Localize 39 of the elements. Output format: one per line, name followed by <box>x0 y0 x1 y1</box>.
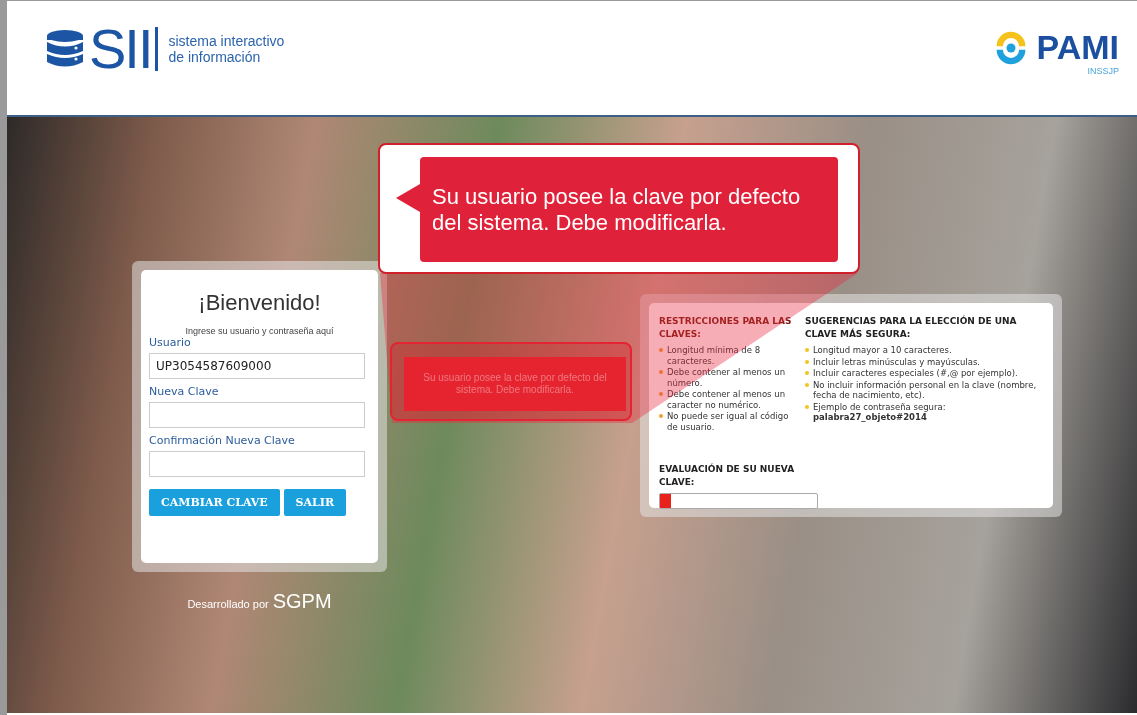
credit-text: Desarrollado por <box>187 598 269 610</box>
bullet-icon <box>659 392 663 396</box>
bullet-icon <box>805 371 809 375</box>
message-text: Su usuario posee la clave por defecto del sistema. Debe modificarla. <box>432 183 802 236</box>
tip-text: Debe contener al menos un caracter no numérico. <box>667 389 786 410</box>
message-text: Su usuario posee la clave por defecto del sistema. Debe modificarla. <box>422 372 608 396</box>
tip-text: Ejemplo de contraseña segura: palabra27_objeto#2014 <box>813 401 947 423</box>
tip-text: Incluir caracteres especiales (#,@ por ejemplo). <box>813 368 1018 379</box>
tip-text: No puede ser igual al código de usuario. <box>667 411 790 432</box>
action-button[interactable]: SALIR <box>283 489 347 516</box>
action-button[interactable]: CAMBIAR CLAVE <box>149 489 280 516</box>
tip-text: Longitud mínima de 8 caracteres. <box>667 345 762 366</box>
tip-text: Longitud mayor a 10 caracteres. <box>813 345 952 356</box>
bullet-icon <box>805 382 809 387</box>
field-label: Usuario <box>149 336 191 350</box>
login-instructions: Ingrese su usuario y contraseña aquí <box>185 326 334 336</box>
field-label: Confirmación Nueva Clave <box>149 434 295 448</box>
section-title: SUGERENCIAS PARA LA ELECCIÓN DE UNA CLAVE MÁS SEGURA: <box>805 315 1018 341</box>
input-field[interactable] <box>149 451 365 477</box>
logo-tagline: sistema interactivo <box>168 33 285 49</box>
logo-tagline: de información <box>168 49 262 65</box>
bullet-icon <box>805 359 809 364</box>
input-field[interactable]: UP3054587609000 <box>149 353 365 379</box>
bullet-icon <box>659 348 663 352</box>
tip-text: Incluir letras minúsculas y mayúsculas. <box>813 356 981 367</box>
partner-name: PAMI <box>1036 28 1119 66</box>
bullet-icon <box>659 414 663 418</box>
partner-subtitle: INSSJP <box>1087 66 1119 76</box>
tip-text: No incluir información personal en la clave (nombre, fecha de nacimiento, etc). <box>813 379 1038 401</box>
credit-brand: SGPM <box>272 590 332 613</box>
welcome-title: ¡Bienvenido! <box>198 290 321 316</box>
logo-text: SII <box>89 25 152 73</box>
bullet-icon <box>805 404 809 409</box>
field-label: Nueva Clave <box>149 385 219 399</box>
bullet-icon <box>805 348 809 352</box>
input-field[interactable] <box>149 402 365 428</box>
bullet-icon <box>659 370 663 374</box>
section-title: EVALUACIÓN DE SU NUEVA CLAVE: <box>659 463 796 489</box>
database-icon <box>45 29 85 69</box>
